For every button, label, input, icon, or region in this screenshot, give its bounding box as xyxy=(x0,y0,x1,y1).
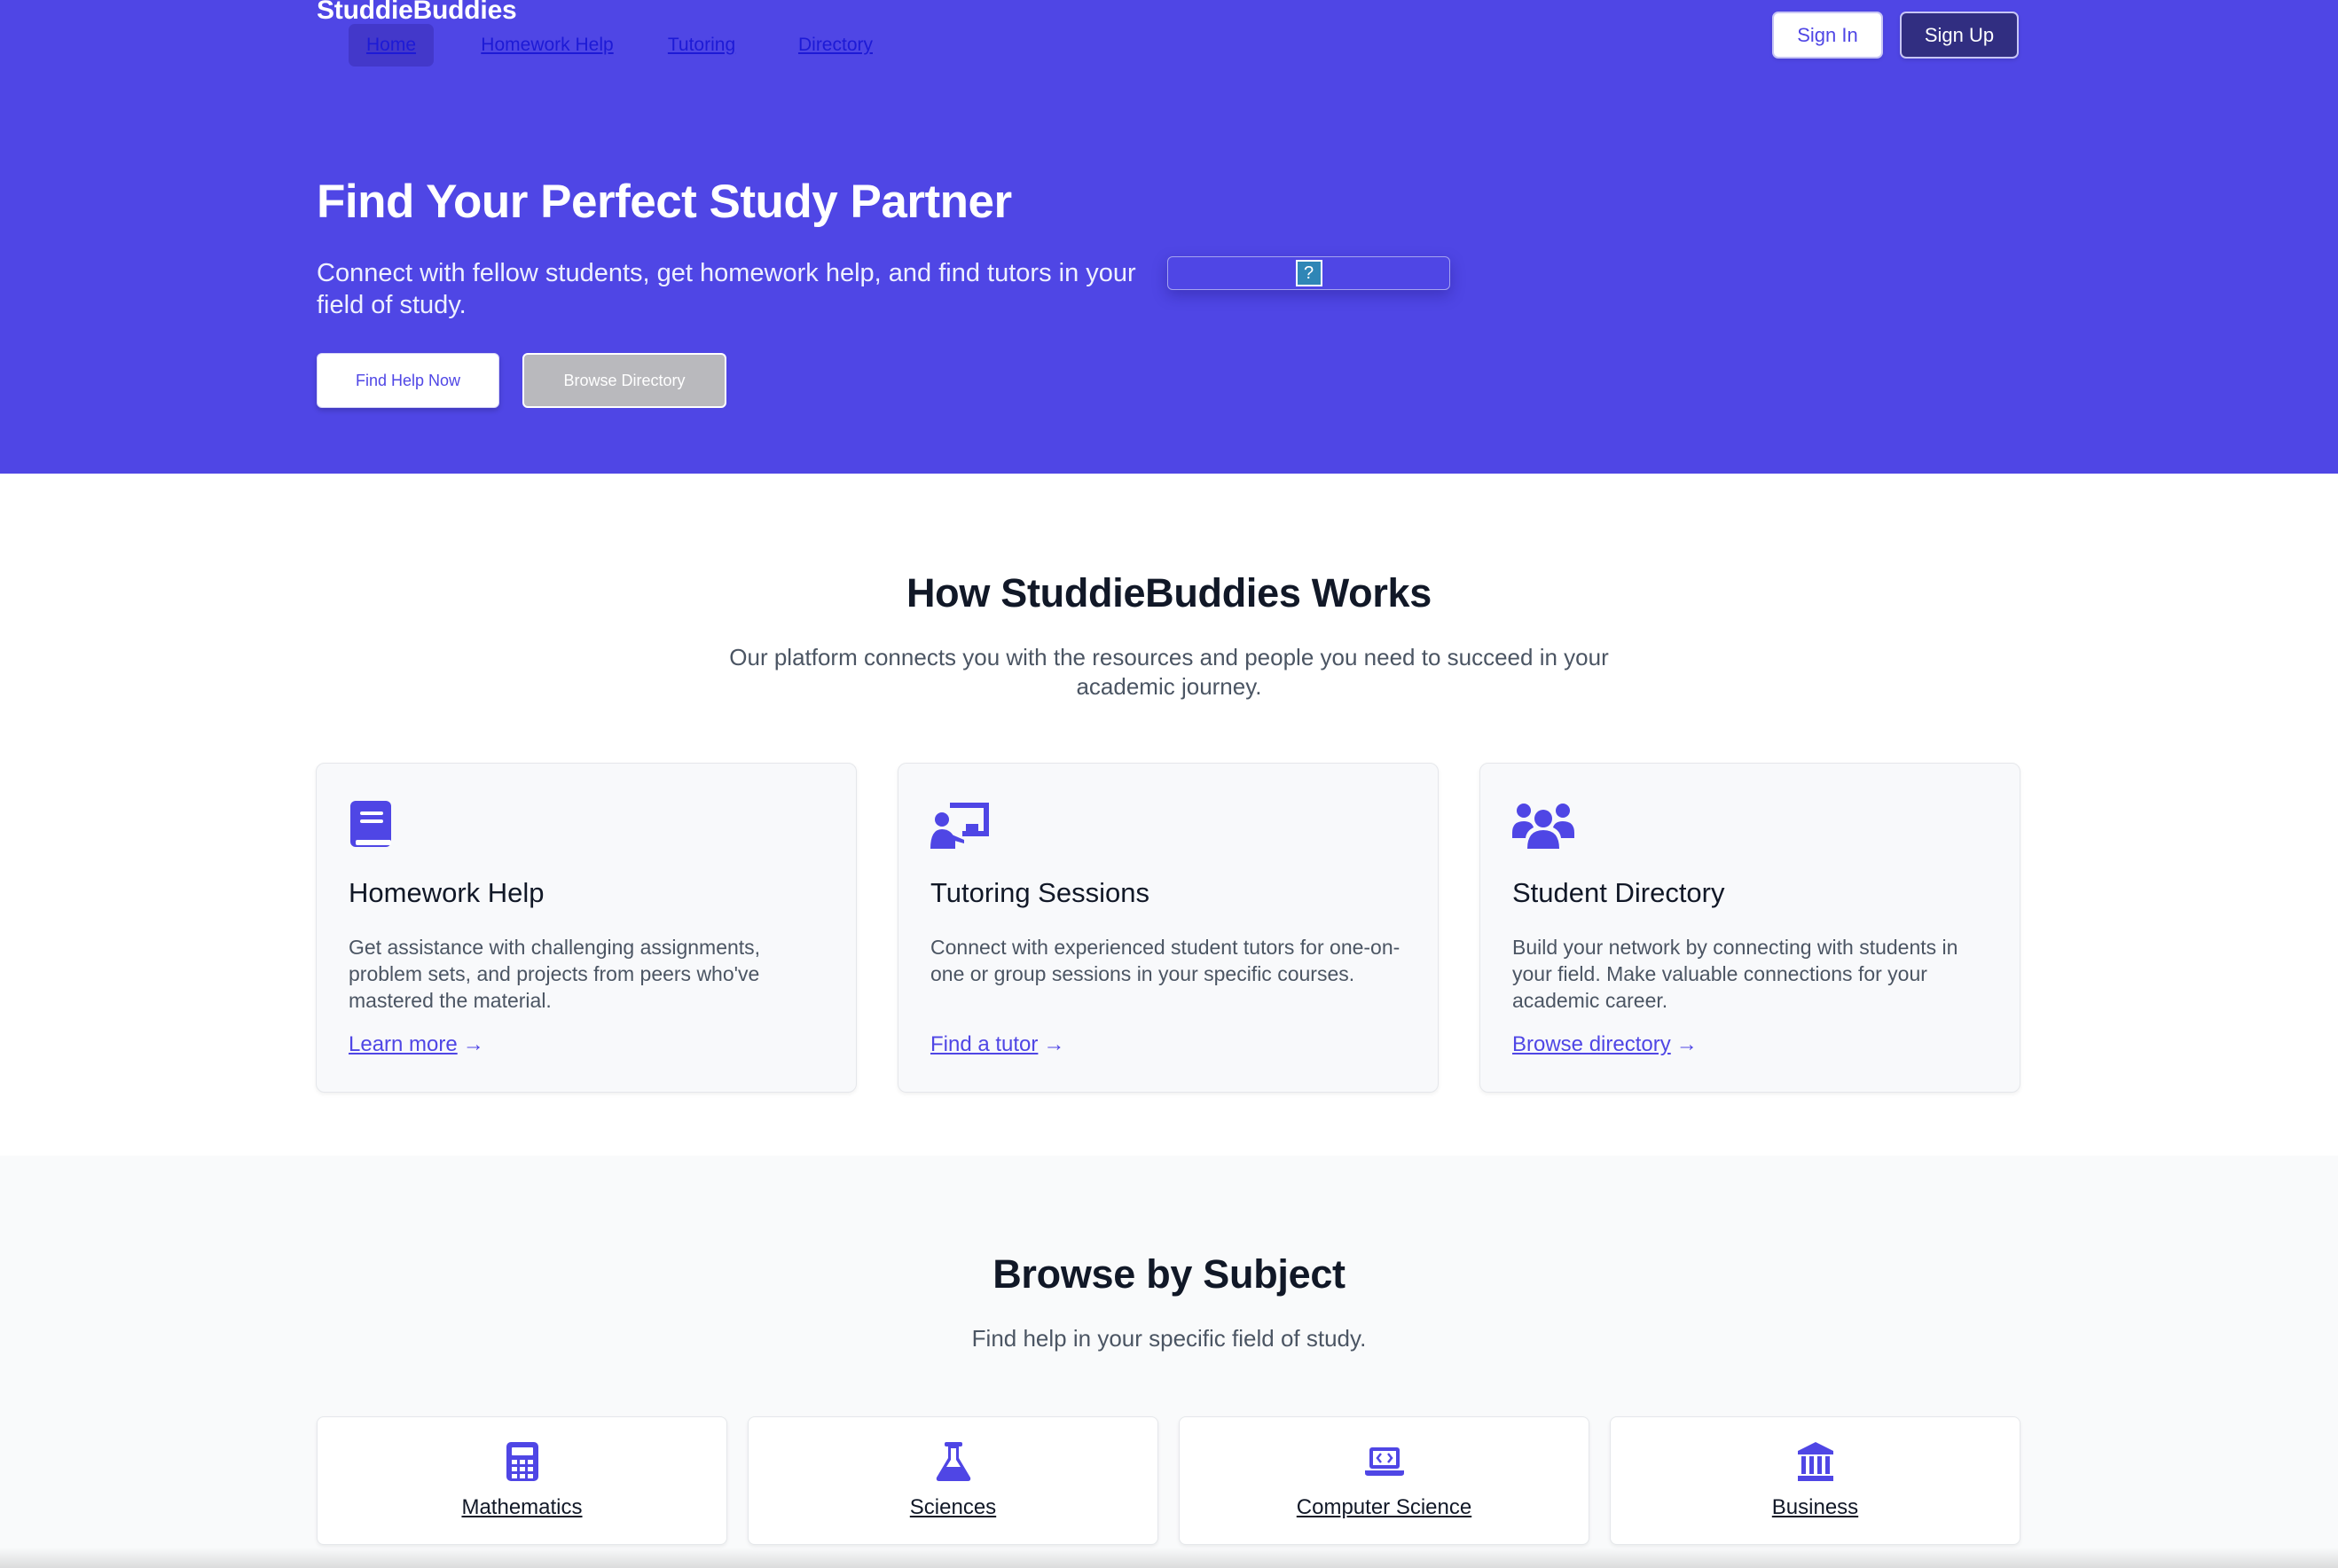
subject-card-sciences[interactable]: Sciences xyxy=(748,1416,1158,1545)
sign-up-button[interactable]: Sign Up xyxy=(1900,12,2019,59)
nav-item-home[interactable]: Home xyxy=(349,24,434,67)
subject-label: Computer Science xyxy=(1296,1495,1472,1519)
subject-label: Mathematics xyxy=(461,1495,583,1519)
find-a-tutor-link[interactable]: Find a tutor → xyxy=(930,1032,1064,1057)
calculator-icon xyxy=(506,1442,538,1481)
laptop-code-icon xyxy=(1364,1447,1404,1476)
sign-in-button[interactable]: Sign In xyxy=(1772,12,1883,59)
browse-directory-link[interactable]: Browse directory → xyxy=(1512,1032,1698,1057)
brand-logo[interactable]: StuddieBuddies xyxy=(317,0,517,27)
how-it-works-subtitle: Our platform connects you with the resou… xyxy=(729,644,1609,700)
landmark-icon xyxy=(1797,1442,1833,1481)
feature-card-tutoring-sessions: Tutoring Sessions Connect with experienc… xyxy=(898,763,1439,1093)
browse-by-subject-title: Browse by Subject xyxy=(992,1251,1346,1297)
nav-item-directory[interactable]: Directory xyxy=(788,24,883,67)
browse-directory-button[interactable]: Browse Directory xyxy=(522,353,726,408)
link-label: Learn more xyxy=(349,1032,458,1056)
flask-icon xyxy=(936,1442,970,1481)
hero-section: StuddieBuddies Home Homework Help Tutori… xyxy=(0,0,2338,474)
arrow-right-icon: → xyxy=(1043,1032,1065,1056)
feature-card-title: Student Directory xyxy=(1512,877,1725,908)
subject-label: Sciences xyxy=(909,1495,997,1519)
feature-card-student-directory: Student Directory Build your network by … xyxy=(1479,763,2020,1093)
broken-image-icon: ? xyxy=(1295,260,1322,286)
subject-card-mathematics[interactable]: Mathematics xyxy=(317,1416,727,1545)
hero-title: Find Your Perfect Study Partner xyxy=(317,176,1012,228)
feature-card-text: Connect with experienced student tutors … xyxy=(930,936,1400,985)
subject-card-computer-science[interactable]: Computer Science xyxy=(1179,1416,1589,1545)
hero-image-broken: ? xyxy=(1167,256,1450,290)
book-icon xyxy=(350,801,391,847)
arrow-right-icon: → xyxy=(462,1032,484,1056)
learn-more-link[interactable]: Learn more → xyxy=(349,1032,484,1057)
link-label: Browse directory xyxy=(1512,1032,1671,1056)
hero-subtitle: Connect with fellow students, get homewo… xyxy=(317,259,1136,319)
subject-label: Business xyxy=(1771,1495,1859,1519)
find-help-now-button[interactable]: Find Help Now xyxy=(317,353,499,408)
how-it-works-title: How StuddieBuddies Works xyxy=(906,570,1432,615)
subject-card-business[interactable]: Business xyxy=(1610,1416,2020,1545)
nav-item-tutoring[interactable]: Tutoring xyxy=(659,24,744,67)
users-icon xyxy=(1512,804,1574,849)
feature-card-title: Homework Help xyxy=(349,877,545,908)
feature-card-title: Tutoring Sessions xyxy=(930,877,1149,908)
feature-card-text: Build your network by connecting with st… xyxy=(1512,936,1958,1012)
chalkboard-teacher-icon xyxy=(930,803,989,849)
feature-card-homework-help: Homework Help Get assistance with challe… xyxy=(316,763,857,1093)
arrow-right-icon: → xyxy=(1675,1032,1698,1056)
feature-card-text: Get assistance with challenging assignme… xyxy=(349,936,761,1012)
nav-item-homework-help[interactable]: Homework Help xyxy=(469,24,625,67)
bottom-fade xyxy=(0,1548,2338,1568)
link-label: Find a tutor xyxy=(930,1032,1039,1056)
browse-by-subject-subtitle: Find help in your specific field of stud… xyxy=(971,1325,1367,1352)
